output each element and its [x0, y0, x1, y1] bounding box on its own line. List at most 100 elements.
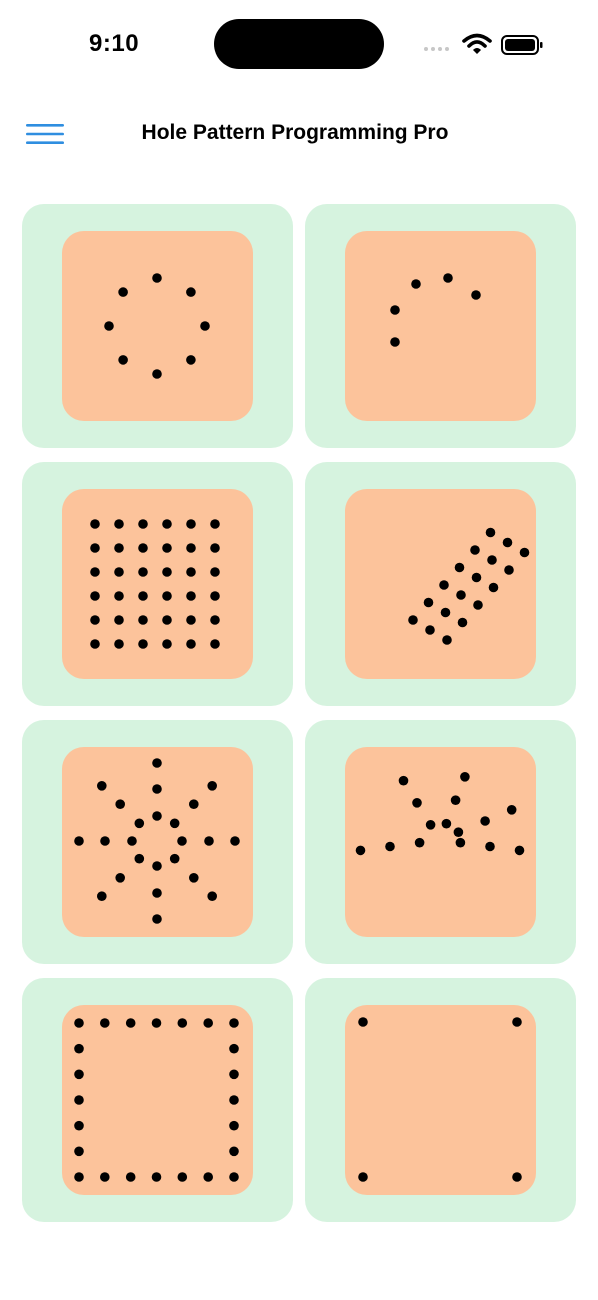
hole-marker — [134, 818, 145, 829]
hole-marker — [488, 582, 499, 593]
pattern-plate — [345, 1005, 536, 1195]
hole-marker — [450, 795, 461, 805]
hole-marker — [411, 279, 421, 289]
hole-marker — [398, 775, 409, 786]
hole-marker — [425, 820, 436, 830]
pattern-grid — [22, 204, 576, 1222]
hole-marker — [90, 591, 100, 601]
hole-marker — [74, 1146, 84, 1157]
hole-marker — [189, 873, 199, 883]
hole-marker — [114, 615, 124, 625]
hole-marker — [470, 545, 480, 555]
hole-marker — [512, 1017, 522, 1027]
hole-marker — [390, 305, 400, 315]
hole-marker — [485, 527, 496, 538]
pattern-plate — [62, 1005, 253, 1195]
hole-marker — [138, 519, 148, 529]
hole-marker — [162, 519, 172, 529]
hole-marker — [152, 758, 162, 768]
hole-marker — [210, 543, 220, 553]
hole-marker — [138, 639, 148, 649]
hole-marker — [414, 837, 425, 848]
hole-marker — [162, 639, 172, 649]
hole-marker — [425, 625, 435, 635]
hole-marker — [152, 888, 162, 898]
hole-marker — [125, 1018, 136, 1028]
hole-marker — [453, 827, 464, 837]
pattern-tile-bolt-circle[interactable] — [22, 204, 293, 448]
hole-marker — [210, 519, 220, 529]
hole-marker — [229, 1146, 239, 1157]
hole-marker — [210, 639, 220, 649]
hole-marker — [186, 543, 196, 553]
hole-marker — [118, 287, 128, 297]
pattern-tile-arc[interactable] — [305, 204, 576, 448]
hole-marker — [186, 591, 196, 601]
pattern-tile-angled-grid[interactable] — [305, 462, 576, 706]
hole-marker — [162, 567, 172, 577]
hole-marker — [90, 639, 100, 649]
pattern-tile-corners[interactable] — [305, 978, 576, 1222]
status-time: 9:10 — [89, 30, 140, 57]
hole-marker — [115, 873, 125, 883]
radial-pattern-icon — [74, 758, 240, 924]
hole-marker — [90, 567, 100, 577]
hole-marker — [439, 580, 449, 590]
pattern-plate — [345, 747, 536, 937]
hole-marker — [74, 1095, 84, 1105]
hole-marker — [229, 1069, 239, 1080]
hole-marker — [90, 543, 100, 553]
hole-marker — [502, 537, 513, 548]
hole-marker — [204, 836, 214, 846]
hole-marker — [207, 781, 217, 791]
hole-marker — [203, 1172, 213, 1182]
hole-marker — [100, 836, 110, 846]
hole-marker — [177, 1018, 188, 1028]
hole-marker — [114, 639, 124, 649]
hole-marker — [471, 290, 481, 300]
hole-marker — [138, 591, 148, 601]
pattern-tile-fan[interactable] — [305, 720, 576, 964]
hole-marker — [229, 1043, 239, 1054]
hole-marker — [385, 841, 395, 852]
pattern-tile-radial[interactable] — [22, 720, 293, 964]
hole-marker — [358, 1172, 368, 1182]
hole-marker — [454, 562, 465, 573]
hole-marker — [114, 591, 124, 601]
battery-icon — [501, 35, 543, 55]
hole-marker — [506, 805, 517, 815]
angled-grid-pattern-icon — [408, 527, 530, 645]
pattern-plate — [62, 489, 253, 679]
hole-marker — [423, 597, 434, 608]
hole-marker — [514, 845, 525, 856]
dynamic-island — [214, 19, 384, 69]
hole-marker — [104, 321, 114, 331]
hole-marker — [186, 355, 196, 365]
navigation-bar: Hole Pattern Programming Pro — [0, 100, 598, 170]
hole-marker — [152, 369, 162, 379]
hole-marker — [151, 1172, 162, 1182]
pattern-tile-square-perimeter[interactable] — [22, 978, 293, 1222]
hole-marker — [115, 799, 125, 809]
hole-marker — [186, 567, 196, 577]
page-title: Hole Pattern Programming Pro — [141, 121, 449, 144]
hole-marker — [169, 818, 180, 829]
hole-marker — [457, 617, 468, 628]
hole-marker — [100, 1172, 110, 1182]
cellular-signal-icon — [424, 47, 449, 51]
hole-marker — [162, 591, 172, 601]
hole-marker — [177, 1172, 188, 1182]
hole-marker — [230, 836, 240, 846]
hole-marker — [74, 1043, 84, 1054]
hole-marker — [207, 891, 217, 901]
hole-marker — [471, 572, 482, 583]
hole-marker — [74, 836, 84, 846]
hole-marker — [460, 772, 470, 782]
fan-pattern-icon — [355, 772, 525, 856]
hole-marker — [390, 337, 400, 347]
pattern-plate — [62, 231, 253, 421]
pattern-tile-grid[interactable] — [22, 462, 293, 706]
hole-marker — [186, 287, 196, 297]
hole-marker — [152, 811, 162, 821]
wifi-icon — [462, 33, 492, 54]
